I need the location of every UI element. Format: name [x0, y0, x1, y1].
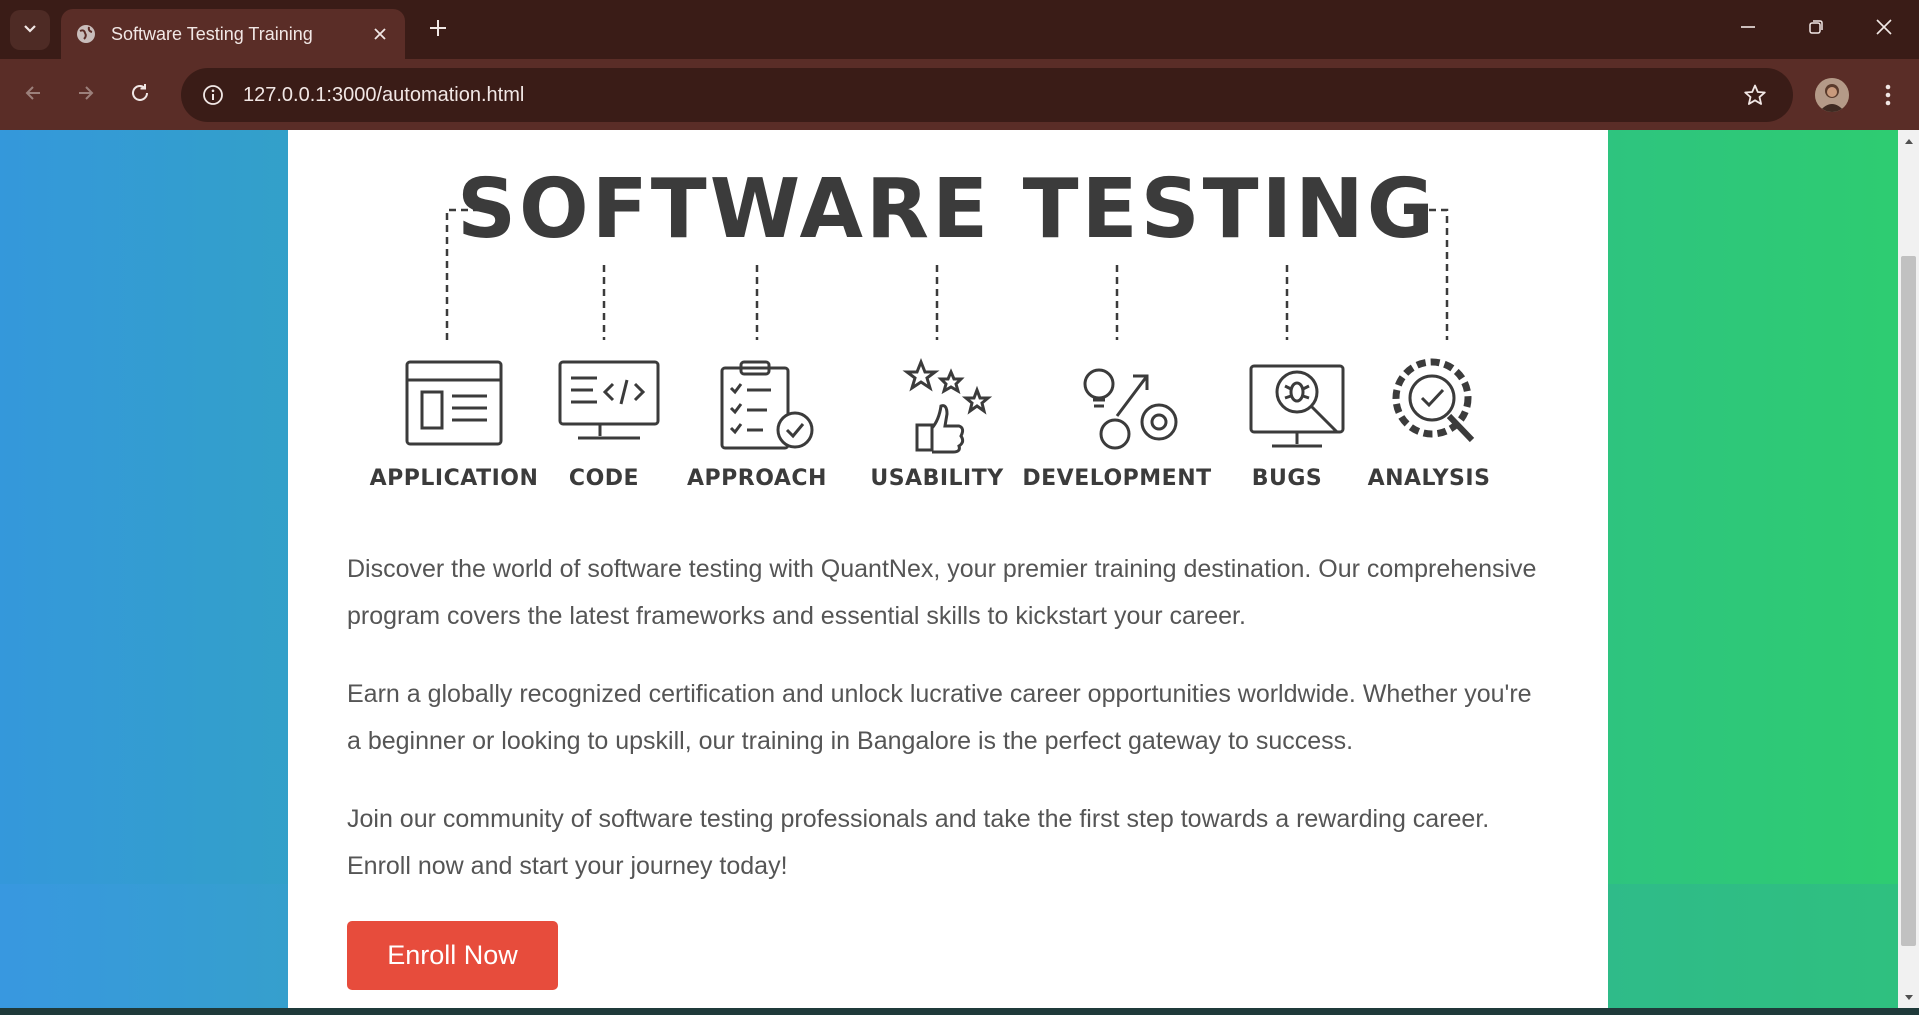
close-icon: [1876, 19, 1892, 40]
address-bar[interactable]: 127.0.0.1:3000/automation.html: [181, 68, 1793, 122]
profile-avatar[interactable]: [1815, 78, 1849, 112]
minimize-icon: [1740, 19, 1756, 40]
analysis-icon: [1392, 358, 1475, 443]
more-vert-icon[interactable]: [1868, 75, 1908, 115]
intro-paragraph: Discover the world of software testing w…: [347, 555, 1537, 630]
restore-icon: [1808, 19, 1824, 40]
info-icon[interactable]: [195, 77, 231, 113]
chevron-down-icon: [22, 20, 38, 41]
new-tab-button[interactable]: [420, 12, 456, 48]
browser-toolbar: 127.0.0.1:3000/automation.html: [0, 59, 1919, 130]
page-scrollbar[interactable]: [1898, 130, 1919, 1008]
page-viewport: SOFTWARE TESTING APPLICATION CODE APPROA…: [0, 130, 1898, 1008]
tab-title: Software Testing Training: [111, 23, 313, 44]
banner-title: SOFTWARE TESTING: [456, 162, 1438, 257]
certification-paragraph: Earn a globally recognized certification…: [347, 680, 1532, 755]
banner-label-analysis: ANALYSIS: [1367, 466, 1491, 491]
content-card: SOFTWARE TESTING APPLICATION CODE APPROA…: [288, 130, 1608, 1008]
approach-icon: [720, 360, 814, 450]
star-icon[interactable]: [1735, 75, 1775, 115]
code-icon: [558, 360, 660, 440]
community-paragraph: Join our community of software testing p…: [347, 805, 1490, 880]
reload-icon: [129, 82, 151, 109]
banner-label-approach: APPROACH: [687, 466, 827, 491]
tab-search-button[interactable]: [10, 10, 50, 50]
close-window-button[interactable]: [1850, 0, 1918, 59]
scrollbar-thumb[interactable]: [1901, 256, 1916, 946]
scroll-down-arrow-icon[interactable]: [1898, 987, 1919, 1008]
window-bottom-edge: [0, 1008, 1919, 1015]
restore-button[interactable]: [1782, 0, 1850, 59]
banner-label-usability: USABILITY: [870, 466, 1004, 491]
arrow-left-icon: [23, 83, 43, 108]
enroll-now-button[interactable]: Enroll Now: [347, 921, 558, 990]
scroll-up-arrow-icon[interactable]: [1898, 130, 1919, 151]
plus-icon: [429, 19, 447, 42]
tab-strip: Software Testing Training: [0, 0, 1919, 59]
reload-button[interactable]: [120, 75, 160, 115]
tab-active[interactable]: Software Testing Training: [61, 9, 405, 59]
back-button[interactable]: [13, 75, 53, 115]
usability-icon: [902, 357, 993, 454]
minimize-button[interactable]: [1714, 0, 1782, 59]
bugs-icon: [1249, 364, 1345, 448]
url-text[interactable]: 127.0.0.1:3000/automation.html: [243, 84, 1735, 107]
development-icon: [1083, 368, 1178, 450]
application-icon: [405, 360, 503, 446]
globe-icon: [75, 23, 97, 45]
software-testing-banner: SOFTWARE TESTING APPLICATION CODE APPROA…: [347, 130, 1547, 515]
arrow-right-icon: [76, 83, 96, 108]
forward-button[interactable]: [66, 75, 106, 115]
close-icon[interactable]: [369, 23, 391, 45]
